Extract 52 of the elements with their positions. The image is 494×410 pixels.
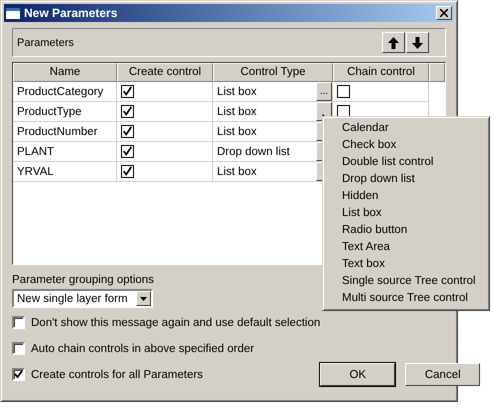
- checkbox[interactable]: [12, 368, 25, 381]
- checkbox[interactable]: [121, 165, 134, 178]
- close-button[interactable]: [436, 6, 452, 20]
- checkbox[interactable]: [12, 316, 25, 329]
- move-up-button[interactable]: [382, 32, 405, 53]
- table-cell: List box: [217, 126, 257, 138]
- window-title: New Parameters: [24, 6, 118, 20]
- checkbox[interactable]: [121, 125, 134, 138]
- checkbox-label: Create controls for all Parameters: [31, 368, 203, 380]
- menu-item[interactable]: Drop down list: [323, 171, 489, 188]
- menu-item[interactable]: Check box: [323, 137, 489, 154]
- table-cell: ProductNumber: [13, 122, 117, 142]
- table-cell: Drop down list: [217, 146, 290, 158]
- column-header[interactable]: Create control: [117, 63, 213, 82]
- panel-label: Parameters: [17, 36, 74, 48]
- grouping-label: Parameter grouping options: [12, 274, 154, 286]
- checkbox[interactable]: [12, 342, 25, 355]
- dropdown-arrow-icon: [140, 296, 147, 300]
- checkbox[interactable]: [121, 105, 134, 118]
- grouping-dropdown[interactable]: New single layer form: [12, 289, 153, 308]
- cancel-button[interactable]: Cancel: [405, 363, 480, 386]
- menu-item[interactable]: Text box: [323, 256, 489, 273]
- move-down-button[interactable]: [406, 32, 429, 53]
- checkbox-label: Don't show this message again and use default selection: [31, 316, 320, 328]
- browse-button[interactable]: ...: [316, 82, 332, 101]
- arrow-down-icon: [412, 36, 423, 48]
- menu-item[interactable]: Multi source Tree control: [323, 290, 489, 307]
- window-icon: [6, 8, 20, 18]
- checkbox[interactable]: [337, 85, 350, 98]
- menu-item[interactable]: Radio button: [323, 222, 489, 239]
- table-cell: YRVAL: [13, 162, 117, 182]
- close-icon: [440, 9, 448, 17]
- menu-item[interactable]: Calendar: [323, 120, 489, 137]
- menu-item[interactable]: Text Area: [323, 239, 489, 256]
- column-header[interactable]: Control Type: [213, 63, 333, 82]
- checkbox[interactable]: [121, 85, 134, 98]
- column-header[interactable]: Name: [13, 63, 117, 82]
- table-cell: List box: [217, 86, 257, 98]
- ok-button[interactable]: OK: [320, 363, 396, 386]
- column-header[interactable]: Chain control: [333, 63, 429, 82]
- table-cell: ProductType: [13, 102, 117, 122]
- menu-item[interactable]: Hidden: [323, 188, 489, 205]
- table-cell: List box: [217, 166, 257, 178]
- menu-item[interactable]: Double list control: [323, 154, 489, 171]
- table-cell: PLANT: [13, 142, 117, 162]
- arrow-up-icon: [388, 36, 399, 48]
- table-cell: List box: [217, 106, 257, 118]
- menu-item[interactable]: Single source Tree control: [323, 273, 489, 290]
- menu-item[interactable]: List box: [323, 205, 489, 222]
- checkbox-label: Auto chain controls in above specified order: [31, 342, 254, 354]
- table-cell: ProductCategory: [13, 82, 117, 102]
- checkbox[interactable]: [121, 145, 134, 158]
